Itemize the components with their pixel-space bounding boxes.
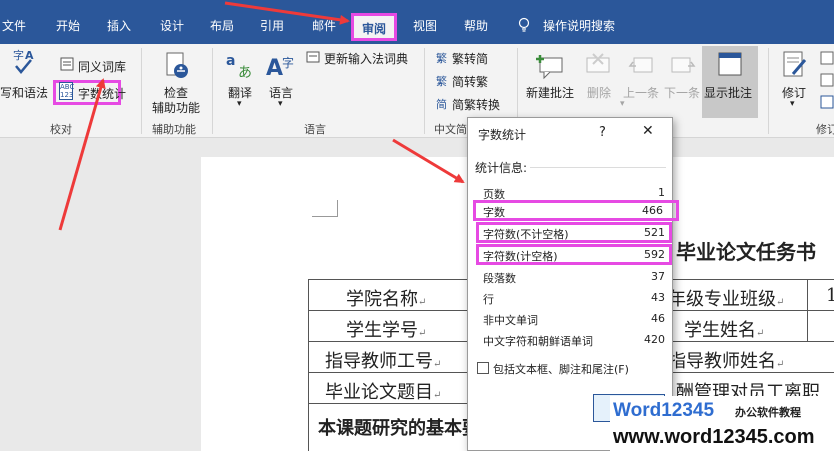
- group-language: 语言: [304, 123, 326, 136]
- tab-mailings[interactable]: 邮件: [312, 17, 336, 34]
- stat-row: 中文字符和朝鲜语单词 420: [483, 333, 665, 348]
- traditional-to-simplified-icon: 繁: [436, 52, 447, 65]
- svg-text:a: a: [226, 53, 235, 69]
- document-heading: 毕业论文任务书: [676, 240, 816, 264]
- dialog-title: 字数统计: [478, 128, 527, 142]
- word-count-icon: ABC 123: [59, 82, 75, 100]
- chevron-down-icon: ▾: [790, 99, 795, 109]
- table-cell: 学生姓名↵: [684, 320, 765, 341]
- simplified-to-traditional-button[interactable]: 简转繁: [452, 73, 488, 90]
- check-accessibility-label: 辅助功能: [152, 101, 201, 115]
- tab-home[interactable]: 开始: [56, 17, 80, 34]
- delete-comment-icon: [586, 53, 610, 73]
- group-tracking: 修订: [816, 123, 834, 136]
- traditional-to-simplified-button[interactable]: 繁转简: [452, 50, 488, 67]
- update-ime-dictionary-button[interactable]: 更新输入法词典: [324, 50, 408, 67]
- tab-file[interactable]: 文件: [2, 17, 26, 34]
- page-margin-marker: [312, 200, 338, 217]
- group-proofing: 校对: [50, 123, 72, 136]
- ribbon-separator: [768, 48, 769, 134]
- stat-row: 行 43: [483, 291, 665, 306]
- statistics-label: 统计信息:: [475, 161, 528, 175]
- tab-design[interactable]: 设计: [160, 17, 184, 34]
- watermark-logo: Word12345: [613, 400, 715, 421]
- svg-text:字: 字: [13, 48, 24, 62]
- table-cell: 指导教师工号↵: [325, 351, 442, 372]
- chevron-down-icon: ▾: [237, 99, 242, 109]
- stat-row: 非中文单词 46: [483, 312, 665, 327]
- word-count-label: 字数统计: [78, 87, 127, 101]
- include-textboxes-checkbox[interactable]: [477, 362, 489, 374]
- chinese-conversion-icon: 简: [436, 98, 447, 111]
- track-changes-icon: [783, 51, 807, 77]
- new-comment-button[interactable]: 新建批注: [526, 84, 574, 101]
- show-comments-button[interactable]: 显示批注: [702, 46, 758, 118]
- chevron-down-icon: ▾: [278, 99, 283, 109]
- close-icon[interactable]: ✕: [642, 123, 654, 139]
- next-comment-icon: [671, 57, 696, 73]
- group-accessibility: 辅助功能: [152, 123, 196, 136]
- stat-row-highlighted: 字符数(计空格) 592: [476, 244, 672, 265]
- ribbon-separator: [212, 48, 213, 134]
- thesaurus-button[interactable]: 同义词库: [78, 58, 126, 75]
- table-border: [308, 279, 309, 451]
- watermark-url: www.word12345.com: [613, 426, 815, 448]
- watermark-subtitle: 办公软件教程: [735, 406, 801, 419]
- stat-row-highlighted: 字数 466: [473, 200, 679, 221]
- language-icon: A字: [266, 55, 294, 81]
- next-comment-button[interactable]: 下一条: [664, 84, 700, 101]
- lightbulb-icon: [518, 17, 530, 32]
- tell-me-search[interactable]: 操作说明搜索: [543, 17, 615, 34]
- word-count-button[interactable]: ABC 123 字数统计: [53, 80, 126, 105]
- include-textboxes-label[interactable]: 包括文本框、脚注和尾注(F): [493, 361, 629, 377]
- ribbon-separator: [424, 48, 425, 134]
- stat-row: 段落数 37: [483, 270, 665, 285]
- watermark: Word12345 办公软件教程 www.word12345.com: [610, 396, 834, 451]
- tab-layout[interactable]: 布局: [210, 17, 234, 34]
- table-cell: 学院名称↵: [346, 289, 427, 310]
- table-border: [807, 279, 808, 341]
- svg-text:A: A: [266, 56, 283, 81]
- table-cell: 指导教师姓名↵: [668, 351, 785, 372]
- table-cell: 年级专业班级↵: [668, 289, 785, 310]
- delete-comment-button[interactable]: 删除: [587, 84, 611, 101]
- simplified-to-traditional-icon: 繁: [436, 75, 447, 88]
- table-cell: 毕业论文题目↵: [325, 382, 442, 403]
- spelling-icon: 字A: [13, 48, 34, 74]
- tab-view[interactable]: 视图: [413, 17, 437, 34]
- tab-review[interactable]: 审阅: [351, 13, 397, 41]
- tab-help[interactable]: 帮助: [464, 17, 488, 34]
- markup-options-icon: [820, 51, 834, 109]
- tab-insert[interactable]: 插入: [107, 17, 131, 34]
- tab-references[interactable]: 引用: [260, 17, 284, 34]
- stat-row-highlighted: 字符数(不计空格) 521: [476, 222, 672, 243]
- new-comment-icon: [536, 55, 563, 80]
- show-comments-icon: [718, 52, 742, 76]
- chinese-conversion-button[interactable]: 简繁转换: [452, 96, 500, 113]
- previous-comment-icon: [628, 57, 653, 73]
- help-icon[interactable]: ?: [599, 125, 606, 140]
- ribbon-tab-bar: 文件 开始 插入 设计 布局 引用 邮件 审阅 视图 帮助 操作说明搜索: [0, 0, 834, 44]
- divider: [530, 167, 666, 168]
- translate-icon: aあ: [226, 53, 252, 81]
- ribbon-separator: [141, 48, 142, 134]
- spelling-grammar-button[interactable]: 拼写和语法: [0, 84, 48, 101]
- accessibility-check-icon: [166, 52, 188, 78]
- previous-comment-button[interactable]: 上一条: [623, 84, 659, 101]
- show-comments-label: 显示批注: [704, 86, 753, 100]
- ime-dictionary-icon: [306, 51, 320, 63]
- group-chinese-conversion: 中文简: [434, 123, 467, 136]
- ribbon-review: 字A 拼写和语法 同义词库 ABC 123 字数统计 校对 检查 辅助功能 辅助…: [0, 44, 834, 138]
- svg-text:あ: あ: [238, 65, 252, 81]
- table-cell: 学生学号↵: [346, 320, 427, 341]
- thesaurus-icon: [60, 57, 74, 71]
- svg-text:字: 字: [282, 55, 294, 70]
- table-cell: 1: [826, 285, 834, 306]
